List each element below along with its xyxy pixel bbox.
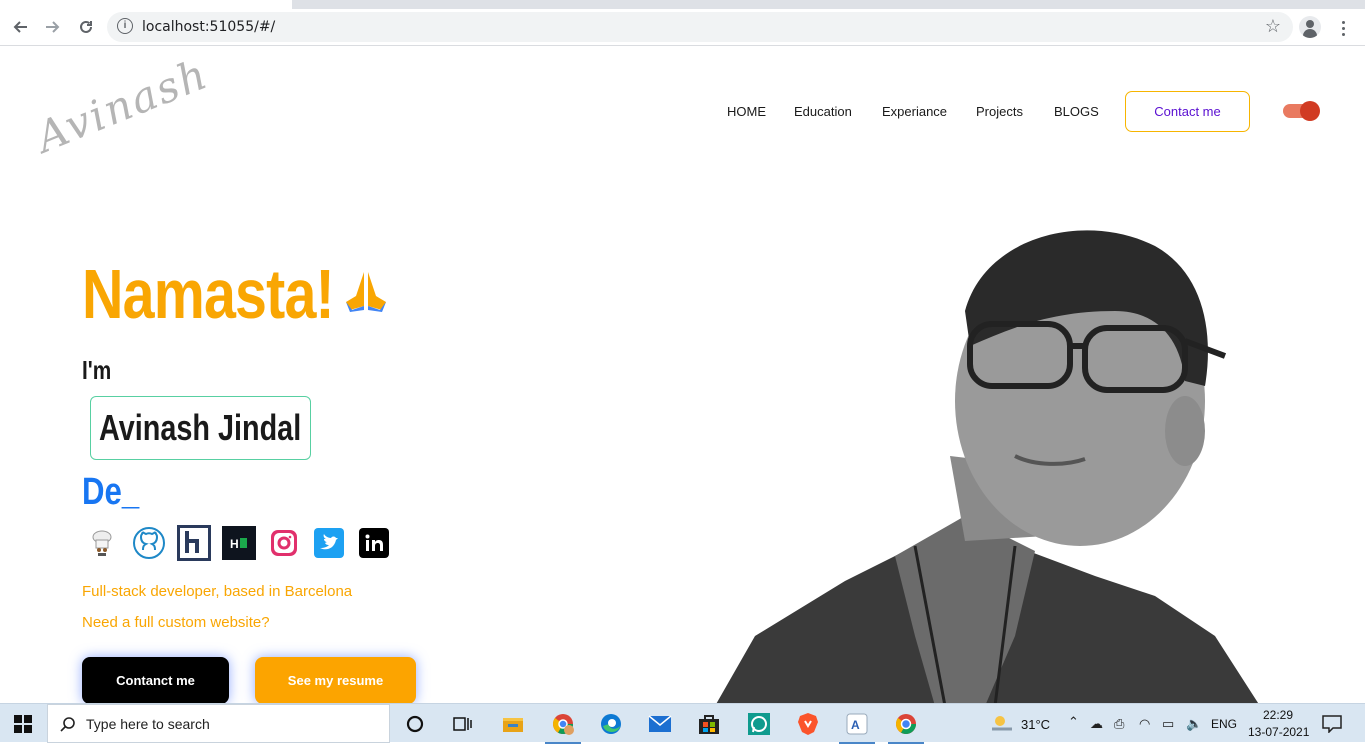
linkedin-icon[interactable]: [357, 526, 391, 560]
page-content: Avinash HOME Education Experiance Projec…: [0, 46, 1365, 703]
im-label: I'm: [82, 355, 112, 385]
tagline-location: Full-stack developer, based in Barcelona: [82, 583, 353, 600]
language-indicator[interactable]: ENG: [1211, 717, 1237, 731]
nav-projects[interactable]: Projects: [976, 104, 1023, 119]
volume-icon[interactable]: 🔈: [1186, 716, 1202, 732]
nav-experiance[interactable]: Experiance: [882, 104, 947, 119]
windows-start-icon[interactable]: [0, 704, 46, 743]
profile-photo: [716, 230, 1259, 703]
wifi-icon[interactable]: ◠: [1139, 716, 1150, 732]
weather-temp[interactable]: 31°C: [1021, 717, 1050, 732]
tagline-offer: Need a full custom website?: [82, 614, 270, 631]
nav-blogs[interactable]: BLOGS: [1054, 104, 1099, 119]
profile-avatar-icon[interactable]: [1299, 16, 1321, 38]
file-explorer-icon[interactable]: [493, 708, 533, 740]
whatsapp-icon[interactable]: [739, 708, 779, 740]
chrome-profile-icon[interactable]: [543, 708, 583, 744]
meet-now-icon[interactable]: ⎙: [1114, 716, 1124, 732]
active-tab[interactable]: [0, 0, 292, 9]
github-icon[interactable]: [132, 526, 166, 560]
forward-icon[interactable]: [41, 15, 65, 39]
back-icon[interactable]: [8, 15, 32, 39]
instagram-icon[interactable]: [267, 526, 301, 560]
edge-icon[interactable]: [591, 708, 631, 740]
app-icon[interactable]: A: [837, 708, 877, 744]
battery-icon[interactable]: ▭: [1162, 716, 1174, 732]
chef-icon[interactable]: [85, 526, 119, 560]
nav-education[interactable]: Education: [794, 104, 852, 119]
notifications-icon[interactable]: [1322, 715, 1342, 736]
svg-text:H: H: [230, 537, 239, 551]
hackerrank-icon[interactable]: H: [222, 526, 256, 560]
nav-home[interactable]: HOME: [727, 104, 766, 119]
tab-strip: [0, 0, 1365, 9]
reload-icon[interactable]: [74, 15, 98, 39]
browser-toolbar: i localhost:51055/#/ ☆: [0, 9, 1365, 46]
typing-text: De_: [82, 471, 140, 513]
chevron-up-icon[interactable]: ⌃: [1068, 714, 1079, 730]
mail-icon[interactable]: [640, 708, 680, 740]
weather-icon[interactable]: [990, 713, 1014, 734]
clock-date[interactable]: 13-07-2021: [1248, 725, 1309, 739]
toggle-knob: [1300, 101, 1320, 121]
name-text: Avinash Jindal: [99, 407, 302, 448]
brave-icon[interactable]: [788, 708, 828, 740]
folded-hands-icon: [346, 272, 386, 312]
browser-menu-icon[interactable]: [1336, 16, 1350, 40]
url-text[interactable]: localhost:51055/#/: [142, 19, 275, 35]
name-box: Avinash Jindal: [90, 396, 311, 460]
site-info-icon[interactable]: i: [117, 18, 133, 34]
onedrive-icon[interactable]: ☁: [1090, 716, 1103, 732]
cortana-icon[interactable]: [395, 708, 435, 740]
contact-me-button[interactable]: Contact me: [1125, 91, 1250, 132]
hashnode-icon[interactable]: [177, 525, 211, 561]
taskbar-search-box[interactable]: Type here to search: [47, 704, 390, 743]
windows-taskbar: Type here to search A 31°C ⌃ ☁ ⎙ ◠ ▭ 🔈 E…: [0, 703, 1365, 744]
clock-time[interactable]: 22:29: [1263, 708, 1293, 722]
search-icon: [60, 716, 75, 732]
see-resume-button[interactable]: See my resume: [255, 657, 416, 703]
greeting-heading: Namasta!: [82, 255, 335, 333]
task-view-icon[interactable]: [443, 708, 483, 740]
twitter-icon[interactable]: [312, 526, 346, 560]
search-placeholder: Type here to search: [86, 715, 210, 732]
address-bar[interactable]: i localhost:51055/#/ ☆: [107, 12, 1293, 42]
svg-text:A: A: [851, 718, 860, 732]
bookmark-star-icon[interactable]: ☆: [1265, 16, 1281, 37]
chrome-icon[interactable]: [886, 708, 926, 744]
store-icon[interactable]: [689, 708, 729, 740]
theme-toggle[interactable]: [1283, 101, 1320, 121]
signature-logo[interactable]: Avinash: [29, 49, 215, 162]
contanct-me-button[interactable]: Contanct me: [82, 657, 229, 703]
